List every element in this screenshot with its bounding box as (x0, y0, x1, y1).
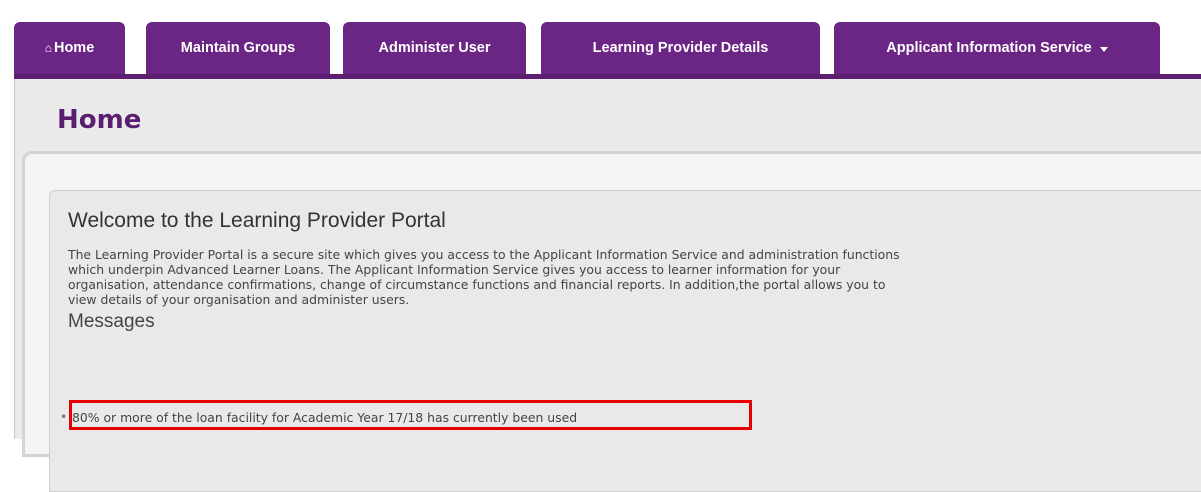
welcome-title: Welcome to the Learning Provider Portal (68, 209, 446, 232)
chevron-down-icon (1099, 46, 1108, 52)
tab-maintain-groups-label: Maintain Groups (180, 40, 296, 56)
messages-heading: Messages (68, 311, 155, 332)
bullet-icon: • (60, 409, 68, 424)
main-area: Home Welcome to the Learning Provider Po… (14, 79, 1201, 492)
welcome-panel: Welcome to the Learning Provider Portal … (49, 190, 1201, 492)
tab-administer-user-label: Administer User (378, 40, 491, 56)
intro-line: which underpin Advanced Learner Loans. T… (68, 262, 841, 277)
top-navigation: ⌂ Home Maintain Groups Administer User L… (14, 0, 1201, 79)
tab-home-label: Home (53, 40, 95, 56)
intro-line: view details of your organisation and ad… (68, 292, 410, 307)
tab-applicant-information-service[interactable]: Applicant Information Service (834, 22, 1160, 74)
tab-learning-provider-details-label: Learning Provider Details (592, 40, 769, 56)
list-item: • 80% or more of the loan facility for A… (60, 409, 578, 425)
tab-home[interactable]: ⌂ Home (14, 22, 125, 74)
tab-learning-provider-details[interactable]: Learning Provider Details (541, 22, 820, 74)
message-text: 80% or more of the loan facility for Aca… (72, 410, 578, 425)
message-list: • 80% or more of the loan facility for A… (60, 409, 578, 425)
intro-text: The Learning Provider Portal is a secure… (68, 247, 1168, 307)
tab-applicant-information-service-label: Applicant Information Service (886, 40, 1092, 56)
tab-administer-user[interactable]: Administer User (343, 22, 526, 74)
page-title: Home (57, 105, 142, 135)
home-icon: ⌂ (44, 41, 52, 55)
intro-line: The Learning Provider Portal is a secure… (68, 247, 900, 262)
tab-maintain-groups[interactable]: Maintain Groups (146, 22, 330, 74)
intro-line: organisation, attendance confirmations, … (68, 277, 886, 292)
